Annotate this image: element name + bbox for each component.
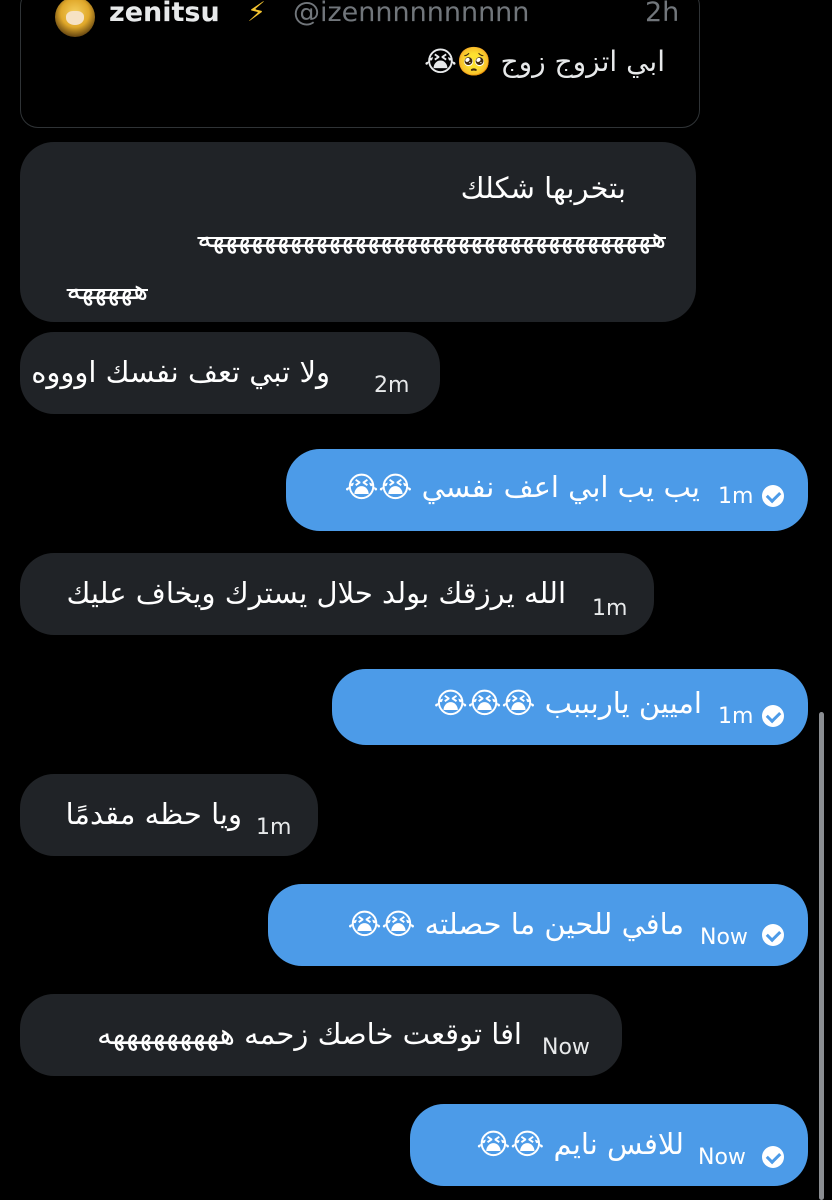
quoted-tweet-card[interactable]: zenitsu ⚡ @izennnnnnnnnn 2h ابي اتزوج زو… [20, 0, 700, 128]
quoted-author-handle: @izennnnnnnnnn [293, 0, 530, 28]
message-text-line: هههههههههههههههههههههههههههههههههههه [197, 221, 666, 254]
sent-check-icon [762, 924, 784, 946]
message-bubble-outgoing[interactable]: للافس نايم 😭😭 Now [410, 1104, 808, 1186]
scrollbar-thumb[interactable] [819, 712, 824, 1200]
message-text: الله يرزقك بولد حلال يسترك ويخاف عليك [66, 576, 566, 610]
message-time: Now [542, 1035, 590, 1060]
message-bubble-incoming[interactable]: ويا حظه مقدمًا 1m [20, 774, 318, 856]
message-time: 1m [256, 815, 292, 840]
message-text: مافي للحين ما حصلته 😭😭 [347, 907, 684, 941]
message-time: 1m [718, 484, 754, 509]
message-bubble-outgoing[interactable]: يب يب ابي اعف نفسي 😭😭 1m [286, 449, 808, 531]
message-text: ويا حظه مقدمًا [65, 797, 242, 831]
message-time: Now [698, 1145, 746, 1170]
message-time: 1m [592, 596, 628, 621]
message-bubble-incoming[interactable]: بتخربها شكلك ههههههههههههههههههههههههههه… [20, 142, 696, 322]
message-text: للافس نايم 😭😭 [476, 1127, 684, 1161]
message-bubble-outgoing[interactable]: اميين ياربببب 😭😭😭 1m [332, 669, 808, 745]
message-text: ولا تبي تعف نفسك اوووه [31, 355, 330, 389]
message-bubble-incoming[interactable]: ولا تبي تعف نفسك اوووه 2m [20, 332, 440, 414]
message-text-line: بتخربها شكلك [460, 171, 626, 205]
message-bubble-incoming[interactable]: الله يرزقك بولد حلال يسترك ويخاف عليك 1m [20, 553, 654, 635]
scrollbar[interactable] [819, 712, 824, 1200]
sent-check-icon [762, 1146, 784, 1168]
sent-check-icon [762, 485, 784, 507]
message-bubble-incoming[interactable]: افا توقعت خاصك زحمه هههههههههه Now [20, 994, 622, 1076]
quoted-tweet-time: 2h [645, 0, 680, 28]
message-text: افا توقعت خاصك زحمه هههههههههه [97, 1017, 522, 1051]
quoted-author-name: zenitsu [109, 0, 220, 28]
message-bubble-outgoing[interactable]: مافي للحين ما حصلته 😭😭 Now [268, 884, 808, 966]
sent-check-icon [762, 705, 784, 727]
avatar[interactable] [55, 0, 95, 37]
lightning-icon: ⚡ [247, 0, 266, 28]
message-text-line: هههههه [66, 273, 148, 306]
message-time: 1m [718, 704, 754, 729]
quoted-tweet-text: ابي اتزوج زوج 🥺😭 [424, 45, 665, 78]
message-text: اميين ياربببب 😭😭😭 [433, 686, 702, 720]
message-time: Now [700, 925, 748, 950]
message-text: يب يب ابي اعف نفسي 😭😭 [344, 470, 700, 504]
message-time: 2m [374, 373, 410, 398]
